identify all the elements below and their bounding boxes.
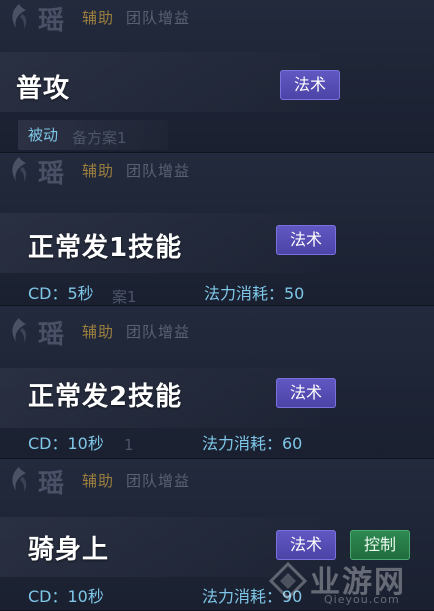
tag-magic: 法术 — [280, 70, 341, 100]
hero-name: 瑶 — [38, 6, 65, 36]
hero-tag: 团队增益 — [126, 162, 191, 180]
hero-role: 辅助 — [82, 162, 115, 180]
hero-name: 瑶 — [38, 320, 65, 350]
hero-name: 瑶 — [38, 469, 65, 499]
hero-name: 瑶 — [38, 159, 65, 189]
skill-card-2: 瑶 辅助 团队增益 正常发1技能 法术 案1 CD：5秒 法力消耗：50 — [0, 153, 434, 306]
card-header: 瑶 辅助 团队增益 — [0, 314, 434, 350]
card-header: 瑶 辅助 团队增益 — [0, 153, 434, 189]
passive-label: 被动 — [28, 126, 59, 144]
mana-cost-text: 法力消耗：50 — [204, 284, 305, 303]
hero-tag: 团队增益 — [126, 9, 191, 27]
tag-magic: 法术 — [276, 225, 337, 255]
mana-cost-text: 法力消耗：60 — [202, 434, 303, 453]
skill-card-1: 瑶 辅助 团队增益 普攻 法术 备方案1 被动 — [0, 0, 434, 153]
hero-emblem-icon — [12, 318, 27, 343]
ghost-text: 备方案1 — [72, 129, 127, 147]
watermark: 业游网 Qieyou.com — [268, 555, 428, 607]
card-header: 瑶 辅助 团队增益 — [0, 463, 434, 499]
hero-tag: 团队增益 — [126, 472, 191, 490]
skill-name: 普攻 — [16, 74, 71, 104]
hero-emblem-icon — [12, 467, 27, 492]
cooldown-text: CD：10秒 — [28, 587, 104, 606]
card-header: 瑶 辅助 团队增益 — [0, 0, 434, 36]
hero-emblem-icon — [12, 4, 27, 29]
hero-role: 辅助 — [82, 472, 115, 490]
tag-magic: 法术 — [276, 378, 337, 408]
ghost-text: 1 — [124, 436, 134, 454]
hero-role: 辅助 — [82, 9, 115, 27]
skill-name: 正常发1技能 — [28, 233, 183, 263]
cooldown-text: CD：10秒 — [28, 434, 104, 453]
hero-emblem-icon — [12, 157, 27, 182]
watermark-logo-icon — [268, 561, 308, 601]
hero-tag: 团队增益 — [126, 323, 191, 341]
skill-name: 正常发2技能 — [28, 382, 183, 412]
watermark-url: Qieyou.com — [324, 593, 400, 606]
skill-name: 骑身上 — [28, 535, 110, 565]
hero-role: 辅助 — [82, 323, 115, 341]
skill-card-3: 瑶 辅助 团队增益 正常发2技能 法术 1 CD：10秒 法力消耗：60 — [0, 306, 434, 459]
skill-card-4: 瑶 辅助 团队增益 骑身上 法术 控制 CD：10秒 法力消耗：90 业游网 Q… — [0, 459, 434, 611]
ghost-text: 案1 — [112, 288, 137, 306]
cooldown-text: CD：5秒 — [28, 284, 94, 303]
